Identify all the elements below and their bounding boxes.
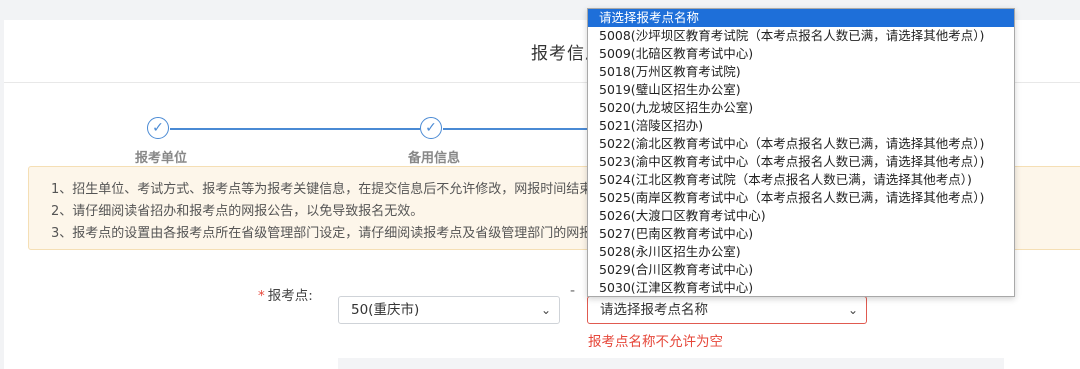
dropdown-option[interactable]: 5028(永川区招生办公室) bbox=[588, 243, 1014, 261]
dropdown-option[interactable]: 5009(北碚区教育考试中心) bbox=[588, 45, 1014, 63]
dropdown-option[interactable]: 5026(大渡口区教育考试中心) bbox=[588, 207, 1014, 225]
next-section-strip bbox=[338, 358, 1004, 369]
dropdown-option[interactable]: 5020(九龙坡区招生办公室) bbox=[588, 99, 1014, 117]
dropdown-option[interactable]: 5008(沙坪坝区教育考试院（本考点报名人数已满，请选择其他考点）) bbox=[588, 27, 1014, 45]
exam-site-dropdown-list[interactable]: 请选择报考点名称 5008(沙坪坝区教育考试院（本考点报名人数已满，请选择其他考点… bbox=[587, 8, 1015, 297]
step-connector bbox=[170, 128, 420, 130]
chevron-down-icon: ⌄ bbox=[847, 303, 858, 317]
dropdown-option[interactable]: 5025(南岸区教育考试中心（本考点报名人数已满，请选择其他考点）) bbox=[588, 189, 1014, 207]
dropdown-option[interactable]: 5023(渝中区教育考试中心（本考点报名人数已满，请选择其他考点）) bbox=[588, 153, 1014, 171]
dropdown-options: 请选择报考点名称 5008(沙坪坝区教育考试院（本考点报名人数已满，请选择其他考点… bbox=[588, 9, 1014, 296]
dropdown-option[interactable]: 5019(璧山区招生办公室) bbox=[588, 81, 1014, 99]
dropdown-option[interactable]: 5018(万州区教育考试院) bbox=[588, 63, 1014, 81]
step-connector bbox=[443, 128, 587, 130]
exam-site-select[interactable]: 请选择报考点名称 ⌄ bbox=[587, 296, 867, 324]
step-1-check-icon: ✓ bbox=[147, 117, 169, 139]
exam-site-error: 报考点名称不允许为空 bbox=[588, 334, 723, 350]
exam-site-label: * 报考点: bbox=[258, 284, 313, 304]
step-2-check-icon: ✓ bbox=[420, 117, 442, 139]
notice-line-3: 3、报考点的设置由各报考点所在省级管理部门设定，请仔细阅读报考点及省级管理部门的… bbox=[51, 226, 632, 241]
exam-site-select-value: 请选择报考点名称 bbox=[600, 302, 708, 318]
required-mark: * bbox=[258, 288, 265, 304]
dropdown-option[interactable]: 5027(巴南区教育考试中心) bbox=[588, 225, 1014, 243]
notice-line-2: 2、请仔细阅读省招办和报考点的网报公告，以免导致报名无效。 bbox=[51, 204, 424, 219]
dropdown-option[interactable]: 5021(涪陵区招办) bbox=[588, 117, 1014, 135]
chevron-down-icon: ⌄ bbox=[540, 303, 551, 317]
exam-site-label-text: 报考点: bbox=[267, 288, 313, 304]
select-separator: - bbox=[570, 283, 576, 299]
dropdown-option[interactable]: 5029(合川区教育考试中心) bbox=[588, 261, 1014, 279]
step-2-label: 备用信息 bbox=[408, 151, 461, 166]
dropdown-option[interactable]: 请选择报考点名称 bbox=[588, 9, 1014, 27]
dropdown-option[interactable]: 5030(江津区教育考试中心) bbox=[588, 279, 1014, 296]
dropdown-option[interactable]: 5024(江北区教育考试院（本考点报名人数已满，请选择其他考点）) bbox=[588, 171, 1014, 189]
province-select-value: 50(重庆市) bbox=[351, 302, 420, 318]
dropdown-option[interactable]: 5022(渝北区教育考试中心（本考点报名人数已满，请选择其他考点）) bbox=[588, 135, 1014, 153]
province-select[interactable]: 50(重庆市) ⌄ bbox=[338, 296, 560, 324]
step-1-label: 报考单位 bbox=[135, 151, 188, 166]
